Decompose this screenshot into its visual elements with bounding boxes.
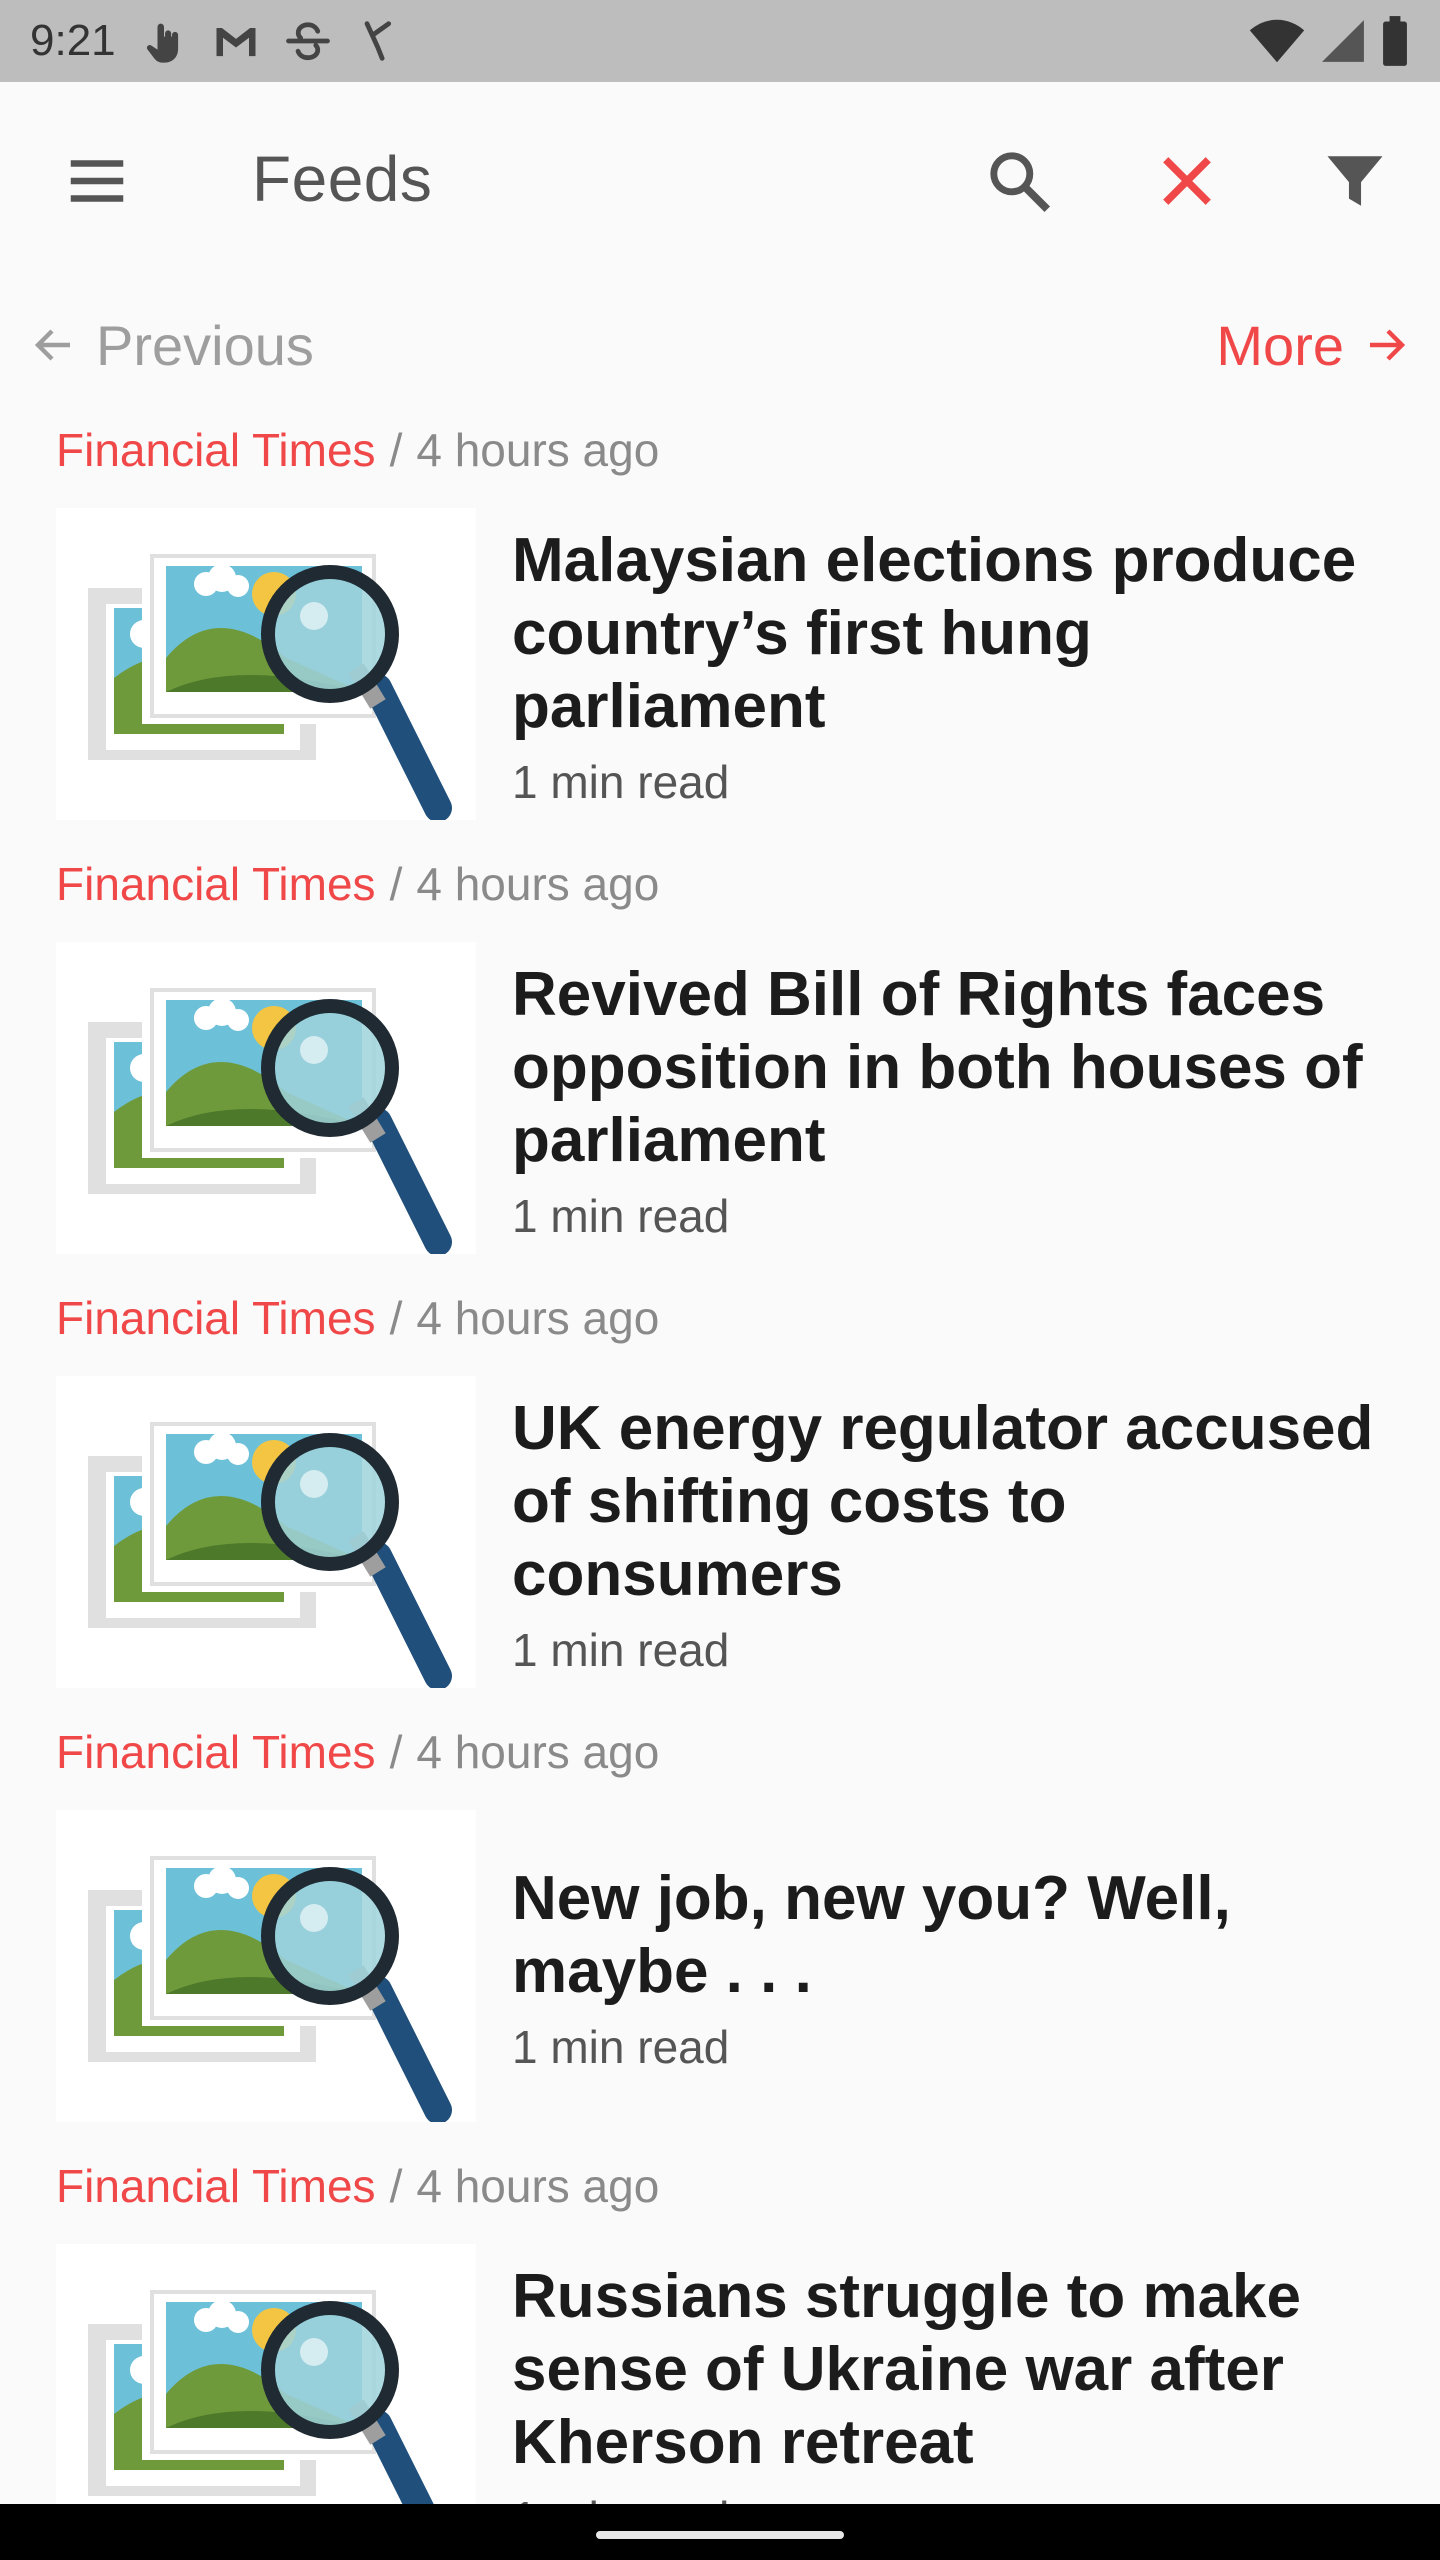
close-icon [1163, 157, 1211, 205]
menu-icon [70, 160, 124, 202]
meta-separator: / [389, 424, 403, 476]
feed-item[interactable]: Financial Times / 4 hours ago UK energy … [0, 1280, 1440, 1714]
screen: 9:21 Feeds Previous More Financial Times… [0, 0, 1440, 2560]
item-body: New job, new you? Well, maybe . . . 1 mi… [512, 1812, 1392, 2124]
item-source[interactable]: Financial Times [56, 423, 376, 477]
filter-icon [1327, 156, 1383, 206]
status-time: 9:21 [30, 16, 116, 65]
android-tool-icon [364, 21, 391, 61]
battery-icon [1383, 16, 1407, 66]
item-time: 4 hours ago [416, 1726, 660, 1778]
filter-button[interactable] [1300, 126, 1410, 236]
system-icons [1248, 15, 1410, 67]
search-button[interactable] [964, 126, 1074, 236]
meta-separator: / [389, 2160, 403, 2212]
more-button[interactable]: More [1216, 300, 1410, 390]
item-meta: Financial Times / 4 hours ago [56, 1288, 659, 1348]
feed-item[interactable]: Financial Times / 4 hours ago Russians s… [0, 2148, 1440, 2560]
item-body: Malaysian elections produce country’s fi… [512, 510, 1392, 822]
strikethrough-s-icon [285, 22, 330, 61]
previous-label: Previous [96, 313, 314, 377]
search-icon [990, 152, 1051, 213]
item-body: Revived Bill of Rights faces opposition … [512, 944, 1392, 1256]
item-source[interactable]: Financial Times [56, 857, 376, 911]
item-source[interactable]: Financial Times [56, 2159, 376, 2213]
item-meta: Financial Times / 4 hours ago [56, 1722, 659, 1782]
navigation-bar [0, 2504, 1440, 2560]
item-meta: Financial Times / 4 hours ago [56, 854, 659, 914]
item-time: 4 hours ago [416, 1292, 660, 1344]
image-placeholder-icon [56, 508, 476, 820]
arrow-right-icon [1370, 329, 1406, 361]
image-placeholder-icon [56, 942, 476, 1254]
item-meta: Financial Times / 4 hours ago [56, 2156, 659, 2216]
menu-button[interactable] [42, 126, 152, 236]
meta-separator: / [389, 858, 403, 910]
meta-separator: / [389, 1726, 403, 1778]
item-title: UK energy regulator accused of shifting … [512, 1393, 1374, 1609]
more-label: More [1216, 313, 1344, 377]
arrow-left-icon [34, 329, 70, 361]
wifi-icon [1249, 19, 1305, 63]
item-title: Russians struggle to make sense of Ukrai… [512, 2261, 1302, 2477]
feed-item[interactable]: Financial Times / 4 hours ago Revived Bi… [0, 846, 1440, 1280]
item-meta: Financial Times / 4 hours ago [56, 420, 659, 480]
item-time: 4 hours ago [416, 424, 660, 476]
previous-button[interactable]: Previous [30, 300, 314, 390]
gmail-icon [216, 28, 256, 57]
home-gesture-handle[interactable] [596, 2531, 844, 2539]
status-bar: 9:21 [0, 0, 1440, 82]
clear-button[interactable] [1132, 126, 1242, 236]
meta-separator: / [389, 1292, 403, 1344]
image-placeholder-icon [56, 1810, 476, 2122]
image-placeholder-icon [56, 1376, 476, 1688]
item-time: 4 hours ago [416, 2160, 660, 2212]
item-title: New job, new you? Well, maybe . . . [512, 1864, 1231, 2006]
item-read-time: 1 min read [512, 1189, 730, 1242]
app-bar: Feeds [0, 82, 1440, 282]
feed-list: Financial Times / 4 hours ago Malaysian … [0, 412, 1440, 2560]
item-source[interactable]: Financial Times [56, 1725, 376, 1779]
feed-item[interactable]: Financial Times / 4 hours ago Malaysian … [0, 412, 1440, 846]
notification-icons [138, 15, 406, 67]
item-body: UK energy regulator accused of shifting … [512, 1378, 1392, 1690]
pagination: Previous More [0, 300, 1440, 390]
item-read-time: 1 min read [512, 755, 730, 808]
item-read-time: 1 min read [512, 2021, 730, 2073]
feed-item[interactable]: Financial Times / 4 hours ago New job, n… [0, 1714, 1440, 2148]
item-read-time: 1 min read [512, 1623, 730, 1676]
item-title: Revived Bill of Rights faces opposition … [512, 959, 1363, 1175]
item-title: Malaysian elections produce country’s fi… [512, 525, 1357, 741]
item-source[interactable]: Financial Times [56, 1291, 376, 1345]
page-title: Feeds [252, 143, 433, 215]
touch-icon [146, 23, 178, 63]
signal-icon [1322, 20, 1364, 62]
item-time: 4 hours ago [416, 858, 660, 910]
